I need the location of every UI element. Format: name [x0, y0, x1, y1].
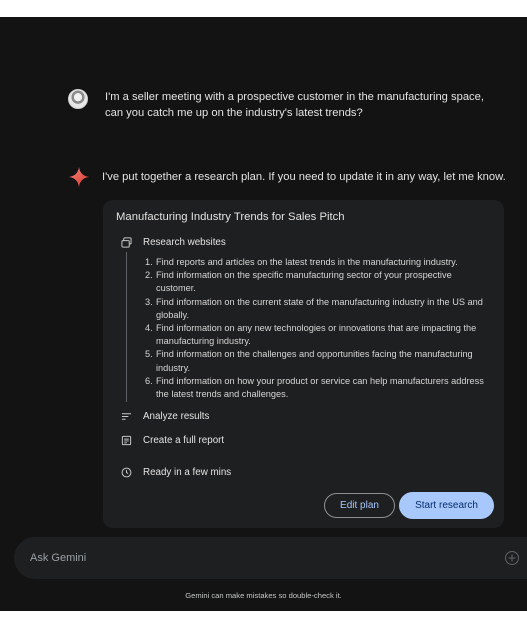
- task-item: 1. Find reports and articles on the lates…: [145, 257, 458, 267]
- plan-title: Manufacturing Industry Trends for Sales …: [116, 211, 345, 223]
- add-button[interactable]: [505, 551, 519, 565]
- web-icon: [121, 237, 132, 248]
- task-item: 2. Find information on the specific manuf…: [145, 270, 452, 294]
- user-message-text: I'm a seller meeting with a prospective …: [105, 91, 484, 119]
- task-item: 4. Find information on any new technologi…: [145, 323, 477, 347]
- task-item: 5. Find information on the challenges and…: [145, 349, 473, 373]
- assistant-message: I've put together a research plan. If yo…: [68, 166, 507, 188]
- gemini-spark-icon: [68, 166, 90, 188]
- step-ready-time: Ready in a few mins: [121, 467, 231, 478]
- step-ready-label: Ready in a few mins: [143, 467, 232, 478]
- step-create-report: Create a full report: [121, 435, 224, 446]
- document-icon: [121, 435, 132, 446]
- disclaimer-text: Gemini can make mistakes so double-check…: [185, 591, 342, 600]
- step-analyze-label: Analyze results: [143, 411, 210, 422]
- plus-icon: [508, 554, 516, 562]
- edit-plan-button[interactable]: Edit plan: [324, 493, 395, 518]
- task-item: 3. Find information on the current state …: [145, 296, 483, 320]
- start-research-button[interactable]: Start research: [399, 492, 494, 519]
- assistant-message-text: I've put together a research plan. If yo…: [102, 171, 506, 183]
- gemini-app: I'm a seller meeting with a prospective …: [0, 17, 527, 611]
- step-report-label: Create a full report: [143, 435, 225, 446]
- user-avatar: [68, 89, 88, 109]
- step-research-websites: Research websites: [121, 237, 226, 248]
- step-analyze-results: Analyze results: [121, 411, 209, 422]
- task-list: 1. Find reports and articles on the lates…: [145, 256, 491, 401]
- task-item: 6. Find information on how your product o…: [145, 375, 484, 400]
- list-icon: [121, 413, 132, 420]
- prompt-input[interactable]: [30, 537, 490, 579]
- research-plan-card: Manufacturing Industry Trends for Sales …: [103, 200, 504, 528]
- clock-icon: [121, 467, 132, 478]
- user-message: I'm a seller meeting with a prospective …: [68, 89, 497, 121]
- step-research-label: Research websites: [143, 237, 226, 248]
- prompt-bar: [14, 537, 527, 579]
- plan-timeline: [126, 252, 127, 402]
